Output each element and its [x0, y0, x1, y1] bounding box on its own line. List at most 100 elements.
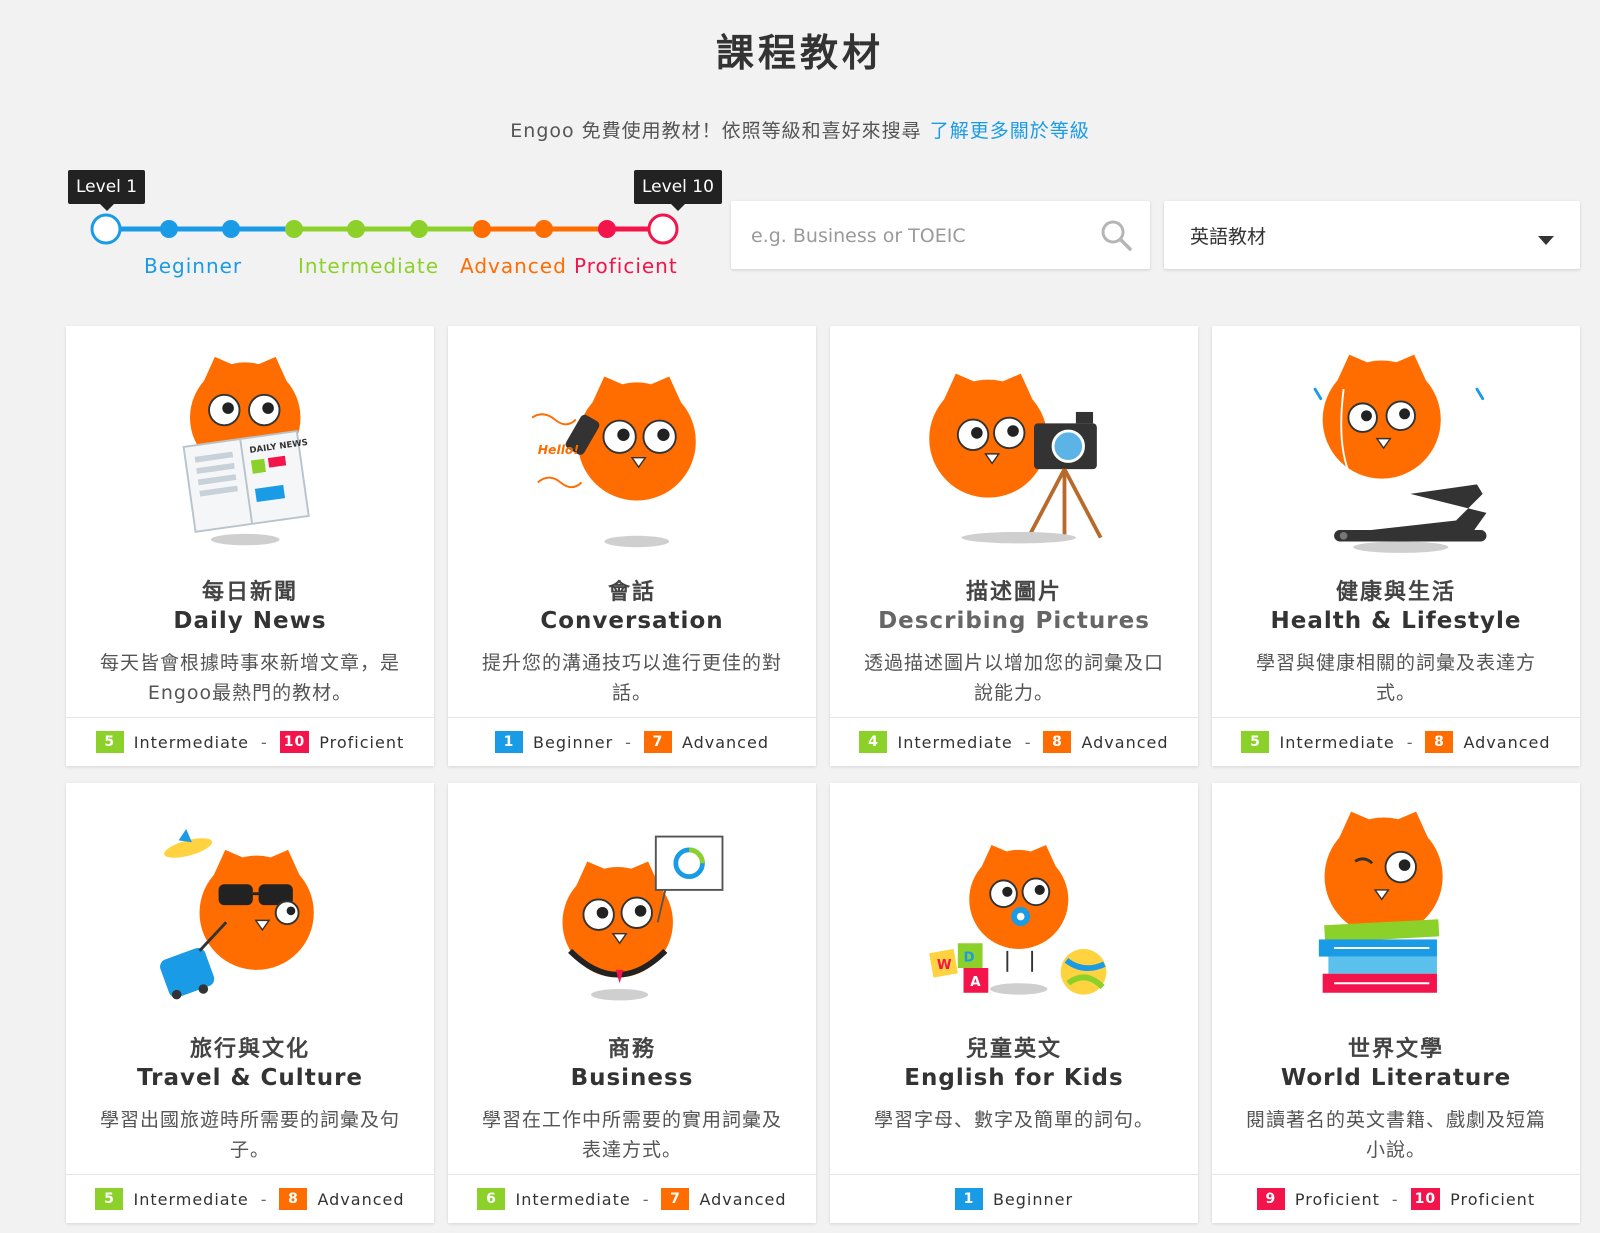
course-card[interactable]: 商務 Business 學習在工作中所需要的實用詞彙及 表達方式。 6 Interm…	[448, 783, 816, 1223]
level-stop	[285, 220, 303, 238]
card-description-line: 學習字母、數字及簡單的詞句。	[873, 1109, 1154, 1131]
level-max-label: Advanced	[699, 1189, 787, 1209]
owl-presentation-icon	[562, 835, 724, 1001]
card-description-line: 式。	[1375, 682, 1416, 704]
course-card[interactable]: 描述圖片 Describing Pictures 透過描述圖片以增加您的詞彙及口…	[830, 326, 1198, 766]
level-min-badge: 5	[1241, 731, 1270, 753]
card-description-line: 說能力。	[973, 682, 1054, 704]
course-card[interactable]: Hello! 會話 Conversation 提升您的溝通技巧以進行更佳的對 話。…	[448, 326, 816, 766]
block-d: D	[964, 950, 975, 965]
level-stop	[535, 220, 553, 238]
owl-books-icon	[1318, 811, 1443, 993]
block-w: W	[937, 958, 952, 973]
level-range-separator: -	[642, 1189, 650, 1209]
card-description-line: 子。	[229, 1139, 270, 1161]
card-title-zh: 每日新聞	[201, 580, 298, 605]
card-illustration: DAILY NEWS	[150, 346, 350, 556]
card-description-line: Engoo最熱門的教材。	[147, 682, 353, 704]
card-description-line: 小說。	[1365, 1139, 1426, 1161]
level-min-label: Beginner	[533, 732, 614, 752]
level-range-separator: -	[1406, 732, 1414, 752]
level-stop	[598, 220, 616, 238]
level-max-handle	[647, 213, 679, 245]
level-min-handle	[90, 213, 122, 245]
learn-more-levels-link[interactable]: 了解更多關於等級	[930, 120, 1090, 142]
card-description-line: 學習出國旅遊時所需要的詞彙及句	[99, 1109, 400, 1131]
level-max-badge: 7	[661, 1188, 690, 1210]
card-description: 透過描述圖片以增加您的詞彙及口 說能力。	[854, 648, 1174, 708]
card-description-line: 每天皆會根據時事來新增文章，是	[99, 652, 400, 674]
band-label-intermediate[interactable]: Intermediate	[298, 254, 439, 278]
phone-hello-text: Hello!	[538, 443, 579, 457]
level-range-separator: -	[260, 1189, 268, 1209]
level-min-badge: 5	[95, 1188, 124, 1210]
language-select[interactable]: 英語教材	[1164, 201, 1580, 269]
card-description: 學習與健康相關的詞彙及表達方 式。	[1236, 648, 1556, 708]
card-description-line: 話。	[611, 682, 652, 704]
level-min-badge: 6	[477, 1188, 506, 1210]
card-title-en: Business	[570, 1065, 694, 1091]
level-stop	[160, 220, 178, 238]
level-min-badge: 1	[954, 1188, 983, 1210]
card-title-en: English for Kids	[904, 1065, 1124, 1091]
block-a: A	[970, 975, 981, 990]
card-illustration	[1296, 803, 1496, 1013]
card-description-line: 閱讀著名的英文書籍、戲劇及短篇	[1245, 1109, 1546, 1131]
level-max-badge: 10	[279, 731, 310, 753]
level-range-separator: -	[1391, 1189, 1399, 1209]
course-card[interactable]: 健康與生活 Health & Lifestyle 學習與健康相關的詞彙及表達方式…	[1212, 326, 1580, 766]
card-description: 學習出國旅遊時所需要的詞彙及句 子。	[90, 1105, 410, 1165]
card-description: 閱讀著名的英文書籍、戲劇及短篇 小說。	[1236, 1105, 1556, 1165]
card-description: 學習字母、數字及簡單的詞句。	[854, 1105, 1174, 1135]
search-icon[interactable]	[1100, 219, 1132, 255]
page-title: 課程教材	[715, 31, 884, 75]
level-min-tooltip: Level 1	[68, 170, 146, 211]
card-level-range: 9 Proficient - 10 Proficient	[1212, 1174, 1580, 1223]
card-illustration: Hello!	[531, 346, 732, 556]
card-title-zh: 兒童英文	[965, 1037, 1062, 1062]
level-max-label: Advanced	[1463, 732, 1551, 752]
owl-treadmill-icon	[1313, 354, 1487, 553]
level-min-label: Beginner	[992, 1189, 1074, 1209]
level-slider[interactable]: Level 1 Level 10 Beginner Intermediate A…	[66, 170, 726, 290]
course-card[interactable]: 旅行與文化 Travel & Culture 學習出國旅遊時所需要的詞彙及句 子。…	[66, 783, 434, 1223]
card-title-zh: 世界文學	[1347, 1037, 1444, 1062]
level-min-badge: 5	[95, 731, 124, 753]
owl-suitcase-icon	[160, 828, 314, 1000]
level-min-label: Proficient	[1294, 1189, 1380, 1209]
card-description: 提升您的溝通技巧以進行更佳的對 話。	[472, 648, 792, 708]
card-illustration	[150, 803, 350, 1013]
level-min-label: Intermediate	[1279, 732, 1395, 752]
card-illustration	[1296, 346, 1496, 556]
level-min-label: Intermediate	[133, 1189, 249, 1209]
search-box	[731, 201, 1150, 269]
card-description-line: 表達方式。	[581, 1139, 682, 1161]
band-label-proficient[interactable]: Proficient	[574, 254, 678, 278]
card-level-range: 1 Beginner	[830, 1174, 1198, 1223]
level-range-separator: -	[625, 732, 632, 752]
level-min-label: Intermediate	[133, 732, 249, 752]
level-max-label: Advanced	[681, 732, 769, 752]
card-level-range: 1 Beginner - 7 Advanced	[448, 717, 816, 766]
course-card[interactable]: DAILY NEWS 每日新聞 Daily News 每天皆會根據時事來新增文章…	[66, 326, 434, 766]
card-title-en: Travel & Culture	[136, 1065, 364, 1091]
level-max-badge: 8	[279, 1188, 308, 1210]
card-title-en: Daily News	[173, 608, 327, 634]
card-description-line: 提升您的溝通技巧以進行更佳的對	[481, 652, 782, 674]
course-card[interactable]: W D A 兒童英文 English for Kids 學習字母、數字及簡單的詞…	[830, 783, 1198, 1223]
card-illustration	[532, 803, 732, 1013]
band-label-beginner[interactable]: Beginner	[144, 254, 242, 278]
owl-newspaper-icon: DAILY NEWS	[182, 356, 310, 546]
course-card[interactable]: 世界文學 World Literature 閱讀著名的英文書籍、戲劇及短篇 小說。…	[1212, 783, 1580, 1223]
owl-camera-icon	[929, 373, 1103, 544]
level-min-label: Intermediate	[897, 732, 1013, 752]
level-max-badge: 10	[1410, 1188, 1441, 1210]
card-level-range: 6 Intermediate - 7 Advanced	[448, 1174, 816, 1223]
level-min-badge: 1	[495, 731, 524, 753]
card-title-en: World Literature	[1280, 1065, 1512, 1091]
band-label-advanced[interactable]: Advanced	[460, 254, 567, 278]
card-level-range: 5 Intermediate - 8 Advanced	[1212, 717, 1580, 766]
card-title-en: Describing Pictures	[878, 608, 1150, 634]
search-input[interactable]	[749, 217, 1073, 255]
level-max-label: Proficient	[1450, 1189, 1536, 1209]
